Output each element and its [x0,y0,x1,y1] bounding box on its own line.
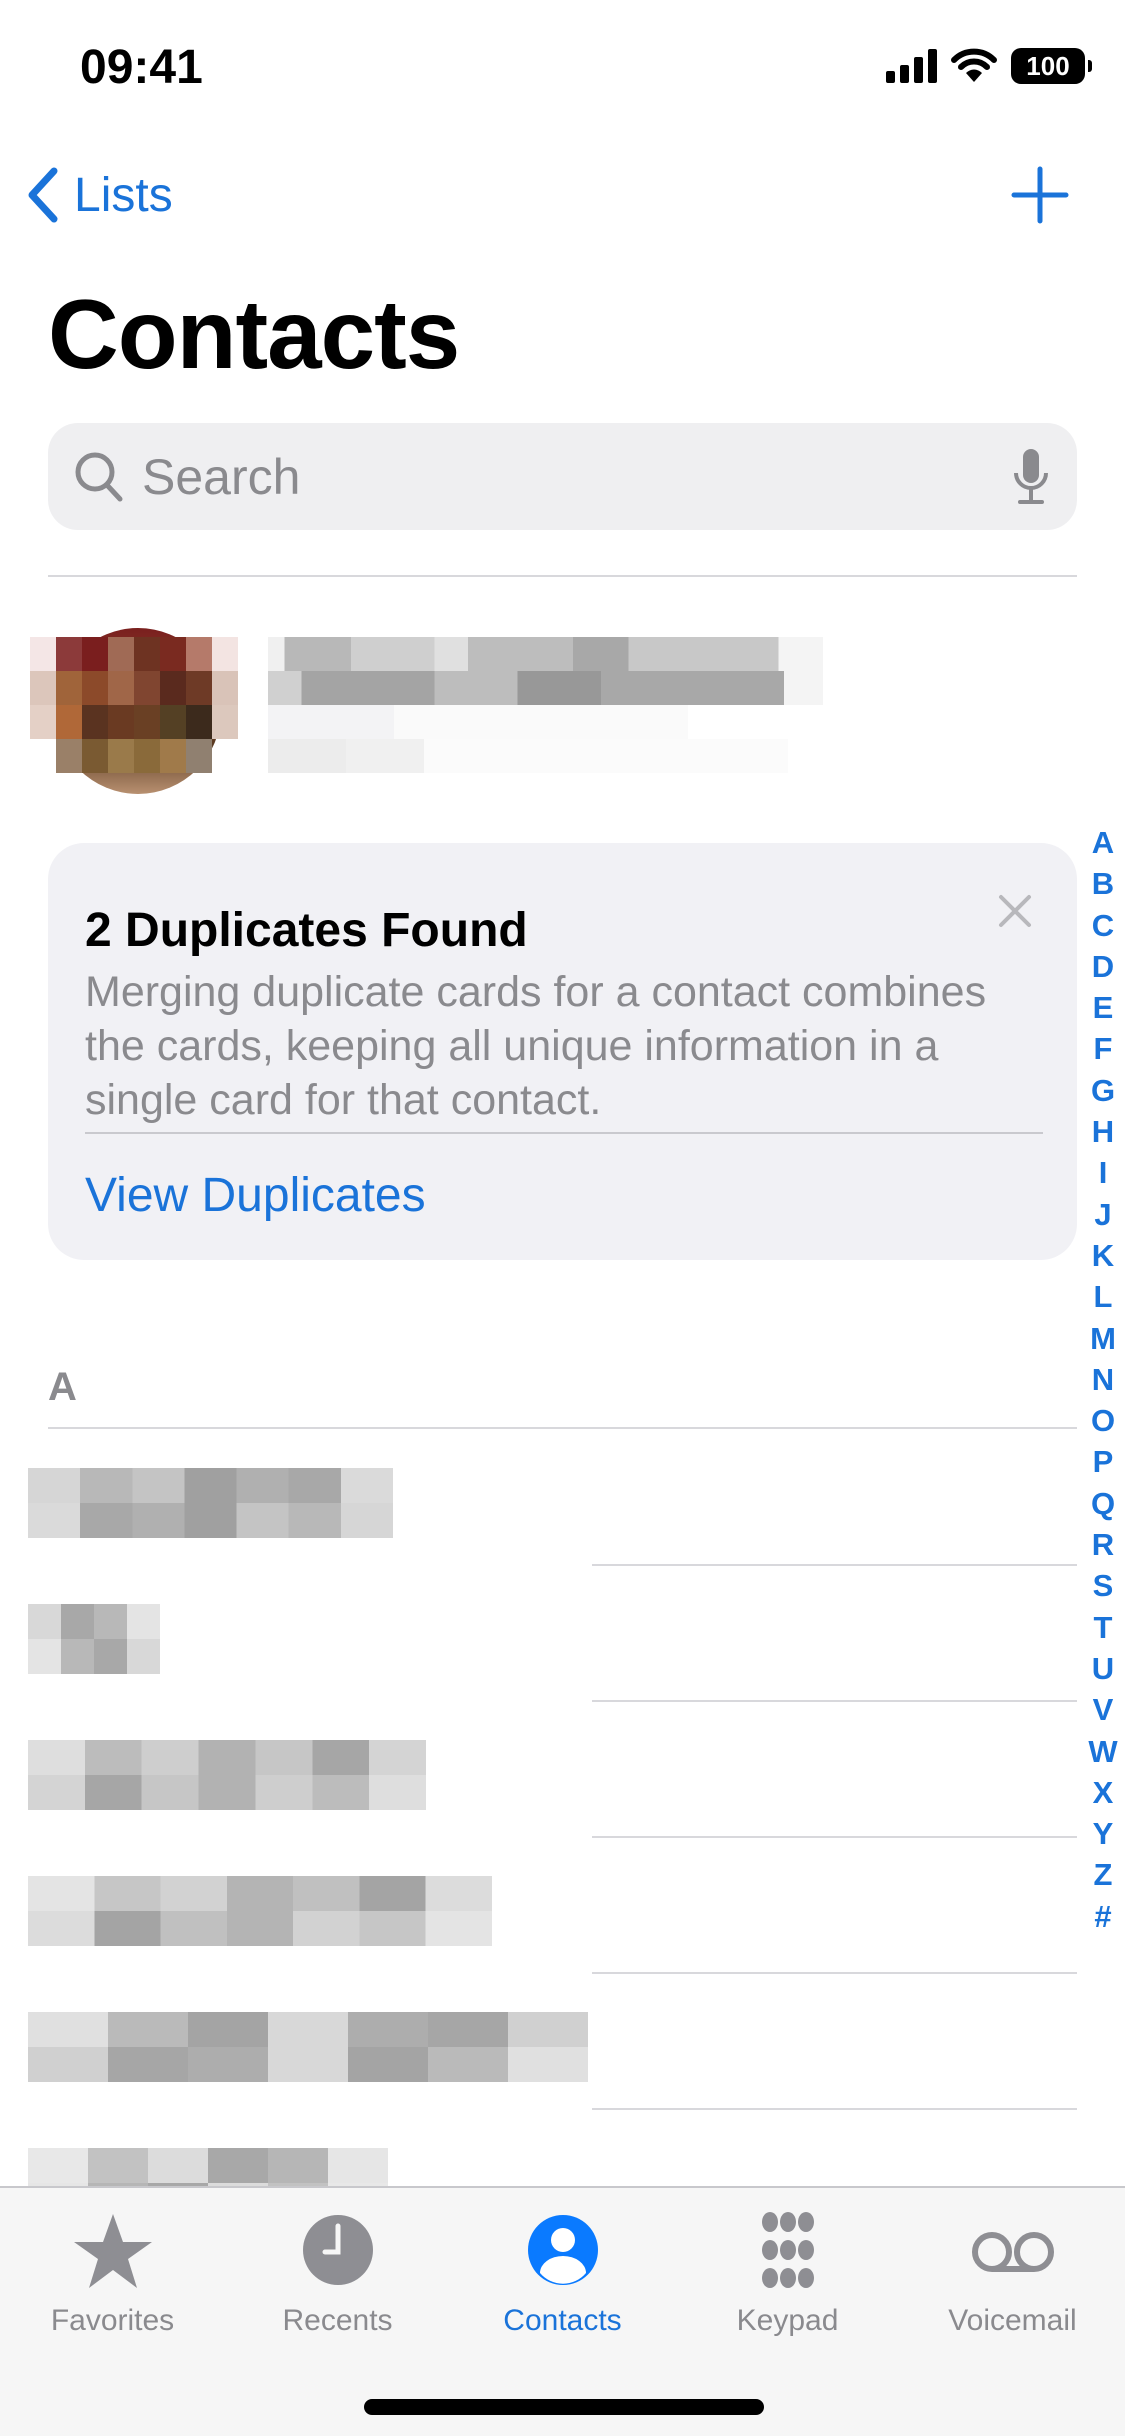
search-bar[interactable] [48,423,1077,530]
index-letter[interactable]: D [1092,946,1114,987]
person-circle-icon [527,2215,598,2285]
tab-recents[interactable]: Recents [225,2210,450,2360]
page-title: Contacts [48,279,460,389]
index-letter[interactable]: N [1092,1359,1114,1400]
index-letter[interactable]: U [1092,1648,1114,1689]
status-bar: 09:41 100 [0,0,1125,130]
index-letter[interactable]: I [1099,1152,1108,1193]
index-letter[interactable]: Y [1093,1813,1114,1854]
index-letter[interactable]: L [1094,1276,1113,1317]
index-letter[interactable]: J [1094,1194,1111,1235]
tab-contacts[interactable]: Contacts [450,2210,675,2360]
index-letter[interactable]: S [1093,1565,1114,1606]
contact-row[interactable] [0,1702,1077,1838]
contact-name [28,1740,426,1810]
index-letter[interactable]: A [1092,822,1114,863]
index-letter[interactable]: Z [1094,1854,1113,1895]
my-card-name [268,637,823,773]
duplicates-card: 2 Duplicates Found Merging duplicate car… [48,843,1077,1260]
section-divider [48,1427,1077,1429]
status-icons: 100 [886,48,1092,84]
contact-row[interactable] [0,1974,1077,2110]
cellular-signal-icon [886,49,937,83]
chevron-left-icon [28,167,58,223]
wifi-icon [951,48,997,82]
microphone-icon[interactable] [1011,447,1051,507]
tab-label: Keypad [736,2304,839,2337]
dismiss-duplicates-button[interactable] [987,883,1043,939]
view-duplicates-button[interactable]: View Duplicates [85,1168,426,1223]
add-contact-button[interactable] [1010,165,1070,225]
contact-row[interactable] [0,1838,1077,1974]
index-letter[interactable]: F [1094,1028,1113,1069]
tab-label: Voicemail [948,2304,1077,2337]
index-letter[interactable]: K [1092,1235,1114,1276]
index-letter[interactable]: M [1090,1318,1116,1359]
index-letter[interactable]: P [1093,1441,1114,1482]
tab-voicemail[interactable]: Voicemail [900,2210,1125,2360]
index-letter[interactable]: H [1092,1111,1114,1152]
index-letter[interactable]: Q [1091,1483,1115,1524]
index-letter[interactable]: W [1088,1731,1117,1772]
battery-icon: 100 [1011,48,1092,84]
index-letter[interactable]: X [1093,1772,1114,1813]
close-icon [999,895,1031,927]
contact-row[interactable] [0,1430,1077,1566]
index-letter[interactable]: V [1093,1689,1114,1730]
contact-row[interactable] [0,1566,1077,1702]
duplicates-description: Merging duplicate cards for a contact co… [85,968,987,1124]
contact-name [28,1876,492,1946]
tab-keypad[interactable]: Keypad [675,2210,900,2360]
back-button[interactable]: Lists [24,165,173,225]
index-letter[interactable]: T [1094,1607,1113,1648]
my-card-avatar-pixelation [30,637,238,773]
keypad-icon [761,2212,814,2288]
tab-favorites[interactable]: Favorites [0,2210,225,2360]
duplicates-title: 2 Duplicates Found [85,904,528,957]
contact-name [28,2012,588,2082]
index-letter[interactable]: # [1094,1896,1111,1937]
index-letter[interactable]: R [1092,1524,1114,1565]
star-icon [73,2214,152,2288]
divider [48,575,1077,577]
section-header: A [48,1365,77,1409]
index-letter[interactable]: G [1091,1070,1115,1111]
contact-name [28,1604,160,1674]
index-letter[interactable]: O [1091,1400,1115,1441]
index-letter[interactable]: E [1093,987,1114,1028]
clock-icon [302,2215,373,2285]
index-letter[interactable]: B [1092,863,1114,904]
index-letter[interactable]: C [1092,905,1114,946]
alphabet-index[interactable]: A B C D E F G H I J K L M N O P Q R S T U V W X Y Z # [1085,822,1121,1937]
tab-label: Recents [282,2304,393,2337]
search-input[interactable] [142,447,1011,506]
status-time: 09:41 [80,41,203,94]
tab-label: Favorites [50,2304,175,2337]
duplicates-divider [85,1132,1043,1134]
home-indicator[interactable] [364,2399,764,2415]
tab-label: Contacts [503,2304,622,2337]
tab-bar: Favorites Recents Contacts Keypad Voicem… [0,2186,1125,2436]
voicemail-icon [971,2232,1054,2272]
battery-level: 100 [1026,50,1070,81]
back-button-label: Lists [74,168,173,222]
magnifier-icon [75,452,123,501]
plus-icon [1011,166,1069,224]
contact-name [28,1468,393,1538]
